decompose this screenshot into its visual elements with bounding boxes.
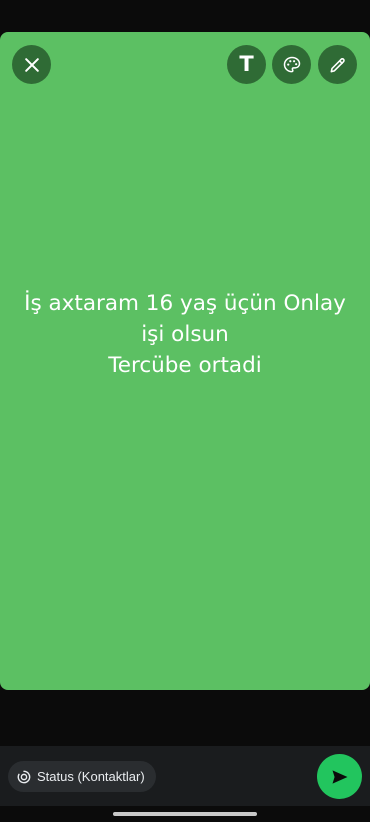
send-button[interactable]	[317, 754, 362, 799]
status-canvas[interactable]: T İş axtaram 16 yaş üçün Onlay işi olsun…	[0, 32, 370, 690]
palette-icon	[283, 56, 300, 72]
status-ring-icon	[17, 770, 31, 783]
close-icon	[24, 57, 39, 72]
home-indicator[interactable]	[113, 812, 257, 816]
draw-pen-button[interactable]	[318, 45, 357, 84]
audience-selector[interactable]: Status (Kontaktlar)	[8, 761, 156, 792]
send-icon	[332, 769, 347, 784]
close-button[interactable]	[12, 45, 51, 84]
audience-label: Status (Kontaktlar)	[37, 769, 145, 784]
status-text[interactable]: İş axtaram 16 yaş üçün Onlay işi olsun T…	[14, 288, 356, 381]
text-tool-button[interactable]: T	[227, 45, 266, 84]
color-palette-button[interactable]	[272, 45, 311, 84]
text-tool-icon: T	[239, 52, 254, 76]
status-editor-screen: T İş axtaram 16 yaş üçün Onlay işi olsun…	[0, 0, 370, 822]
bottom-bar: Status (Kontaktlar)	[0, 746, 370, 806]
pen-icon	[330, 57, 345, 72]
